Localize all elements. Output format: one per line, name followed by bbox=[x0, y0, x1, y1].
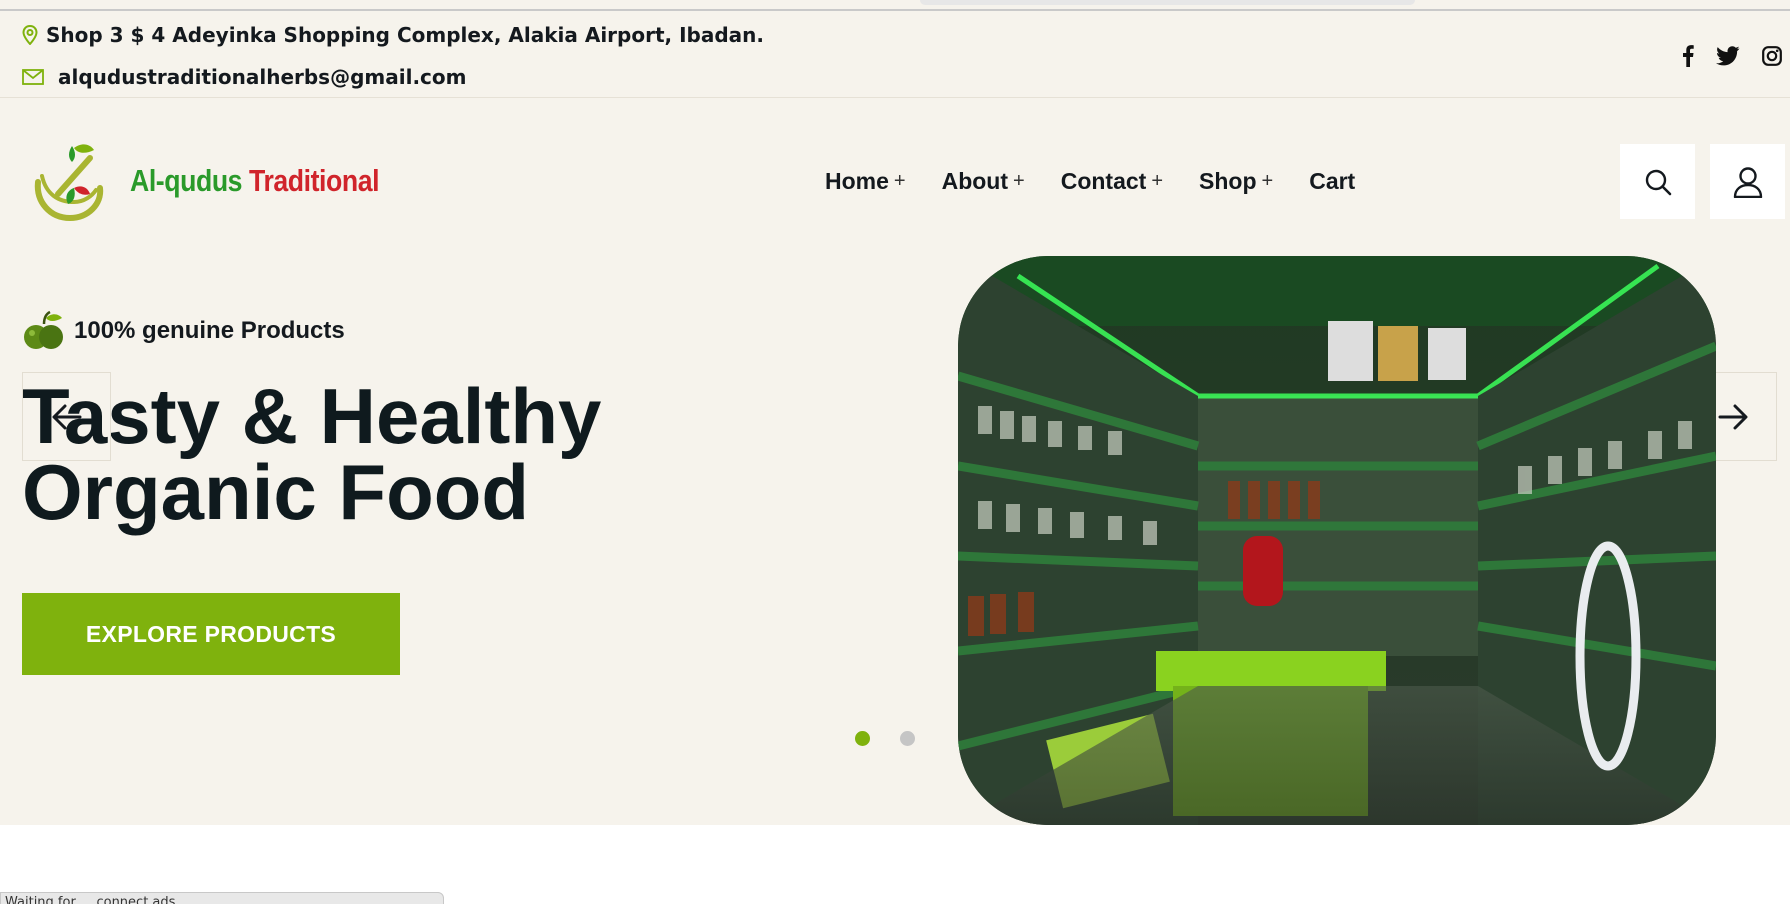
social-links bbox=[1682, 45, 1782, 67]
herbal-shop-interior-image bbox=[958, 256, 1716, 825]
nav-item-cart[interactable]: Cart bbox=[1309, 168, 1355, 195]
slider-pagination bbox=[855, 731, 915, 746]
arrow-right-icon bbox=[1718, 404, 1747, 429]
email-link[interactable]: alqudustraditionalherbs@gmail.com bbox=[58, 65, 467, 89]
expand-plus-icon: + bbox=[1013, 170, 1025, 192]
nav-item-about[interactable]: About + bbox=[942, 168, 1025, 195]
logo-wordmark: Al-qudus Traditional bbox=[130, 163, 380, 199]
hero-title-line-2: Organic Food bbox=[22, 448, 529, 536]
expand-plus-icon: + bbox=[1151, 170, 1164, 192]
main-header: Al-qudus Traditional Home + About + Cont… bbox=[0, 98, 1790, 248]
top-info-bar: Shop 3 $ 4 Adeyinka Shopping Complex, Al… bbox=[0, 11, 1790, 98]
envelope-icon bbox=[22, 69, 44, 85]
main-nav: Home + About + Contact + Shop + Cart bbox=[825, 168, 1391, 195]
slider-dot-1[interactable] bbox=[855, 731, 870, 746]
mortar-pestle-logo-icon bbox=[34, 144, 104, 222]
nav-item-label: Shop bbox=[1199, 168, 1257, 194]
search-icon bbox=[1645, 169, 1671, 195]
address-row: Shop 3 $ 4 Adeyinka Shopping Complex, Al… bbox=[22, 23, 764, 47]
map-pin-icon bbox=[22, 25, 38, 45]
slider-dot-2[interactable] bbox=[900, 731, 915, 746]
search-button[interactable] bbox=[1620, 144, 1695, 219]
hero-shop-photo bbox=[958, 256, 1716, 825]
hero-slider: 100% genuine Products Tasty & Healthy Or… bbox=[0, 248, 1790, 825]
nav-item-label: Cart bbox=[1309, 168, 1356, 194]
apple-icon bbox=[24, 310, 63, 349]
address-text: Shop 3 $ 4 Adeyinka Shopping Complex, Al… bbox=[46, 23, 764, 47]
hero-title-line-1: Tasty & Healthy bbox=[22, 372, 602, 460]
account-button[interactable] bbox=[1710, 144, 1785, 219]
email-row[interactable]: alqudustraditionalherbs@gmail.com bbox=[22, 65, 467, 89]
browser-status-bar: Waiting for ... connect.ads... bbox=[0, 892, 444, 904]
nav-item-label: About bbox=[941, 168, 1009, 194]
explore-products-button[interactable]: EXPLORE PRODUCTS bbox=[22, 593, 400, 675]
nav-item-contact[interactable]: Contact + bbox=[1061, 168, 1163, 195]
tagline-text: 100% genuine Products bbox=[74, 317, 345, 344]
arrow-left-icon bbox=[52, 404, 81, 429]
slider-prev-button[interactable] bbox=[22, 372, 111, 461]
user-icon bbox=[1733, 166, 1762, 198]
site-logo[interactable]: Al-qudus Traditional bbox=[28, 136, 420, 226]
hero-title: Tasty & Healthy Organic Food bbox=[22, 372, 722, 536]
twitter-icon[interactable] bbox=[1716, 46, 1740, 66]
nav-item-label: Home bbox=[825, 168, 889, 194]
nav-item-home[interactable]: Home + bbox=[825, 168, 906, 195]
hero-tagline: 100% genuine Products bbox=[22, 310, 345, 352]
nav-item-label: Contact bbox=[1060, 168, 1147, 194]
nav-item-shop[interactable]: Shop + bbox=[1199, 168, 1273, 195]
logo-word-traditional: Traditional bbox=[249, 163, 380, 198]
expand-plus-icon: + bbox=[893, 170, 906, 192]
expand-plus-icon: + bbox=[1261, 170, 1274, 192]
browser-top-strip bbox=[0, 0, 1790, 11]
logo-word-alqudus: Al-qudus bbox=[130, 163, 243, 198]
browser-tab-edge bbox=[920, 0, 1415, 5]
instagram-icon[interactable] bbox=[1762, 46, 1782, 66]
facebook-icon[interactable] bbox=[1682, 45, 1694, 67]
